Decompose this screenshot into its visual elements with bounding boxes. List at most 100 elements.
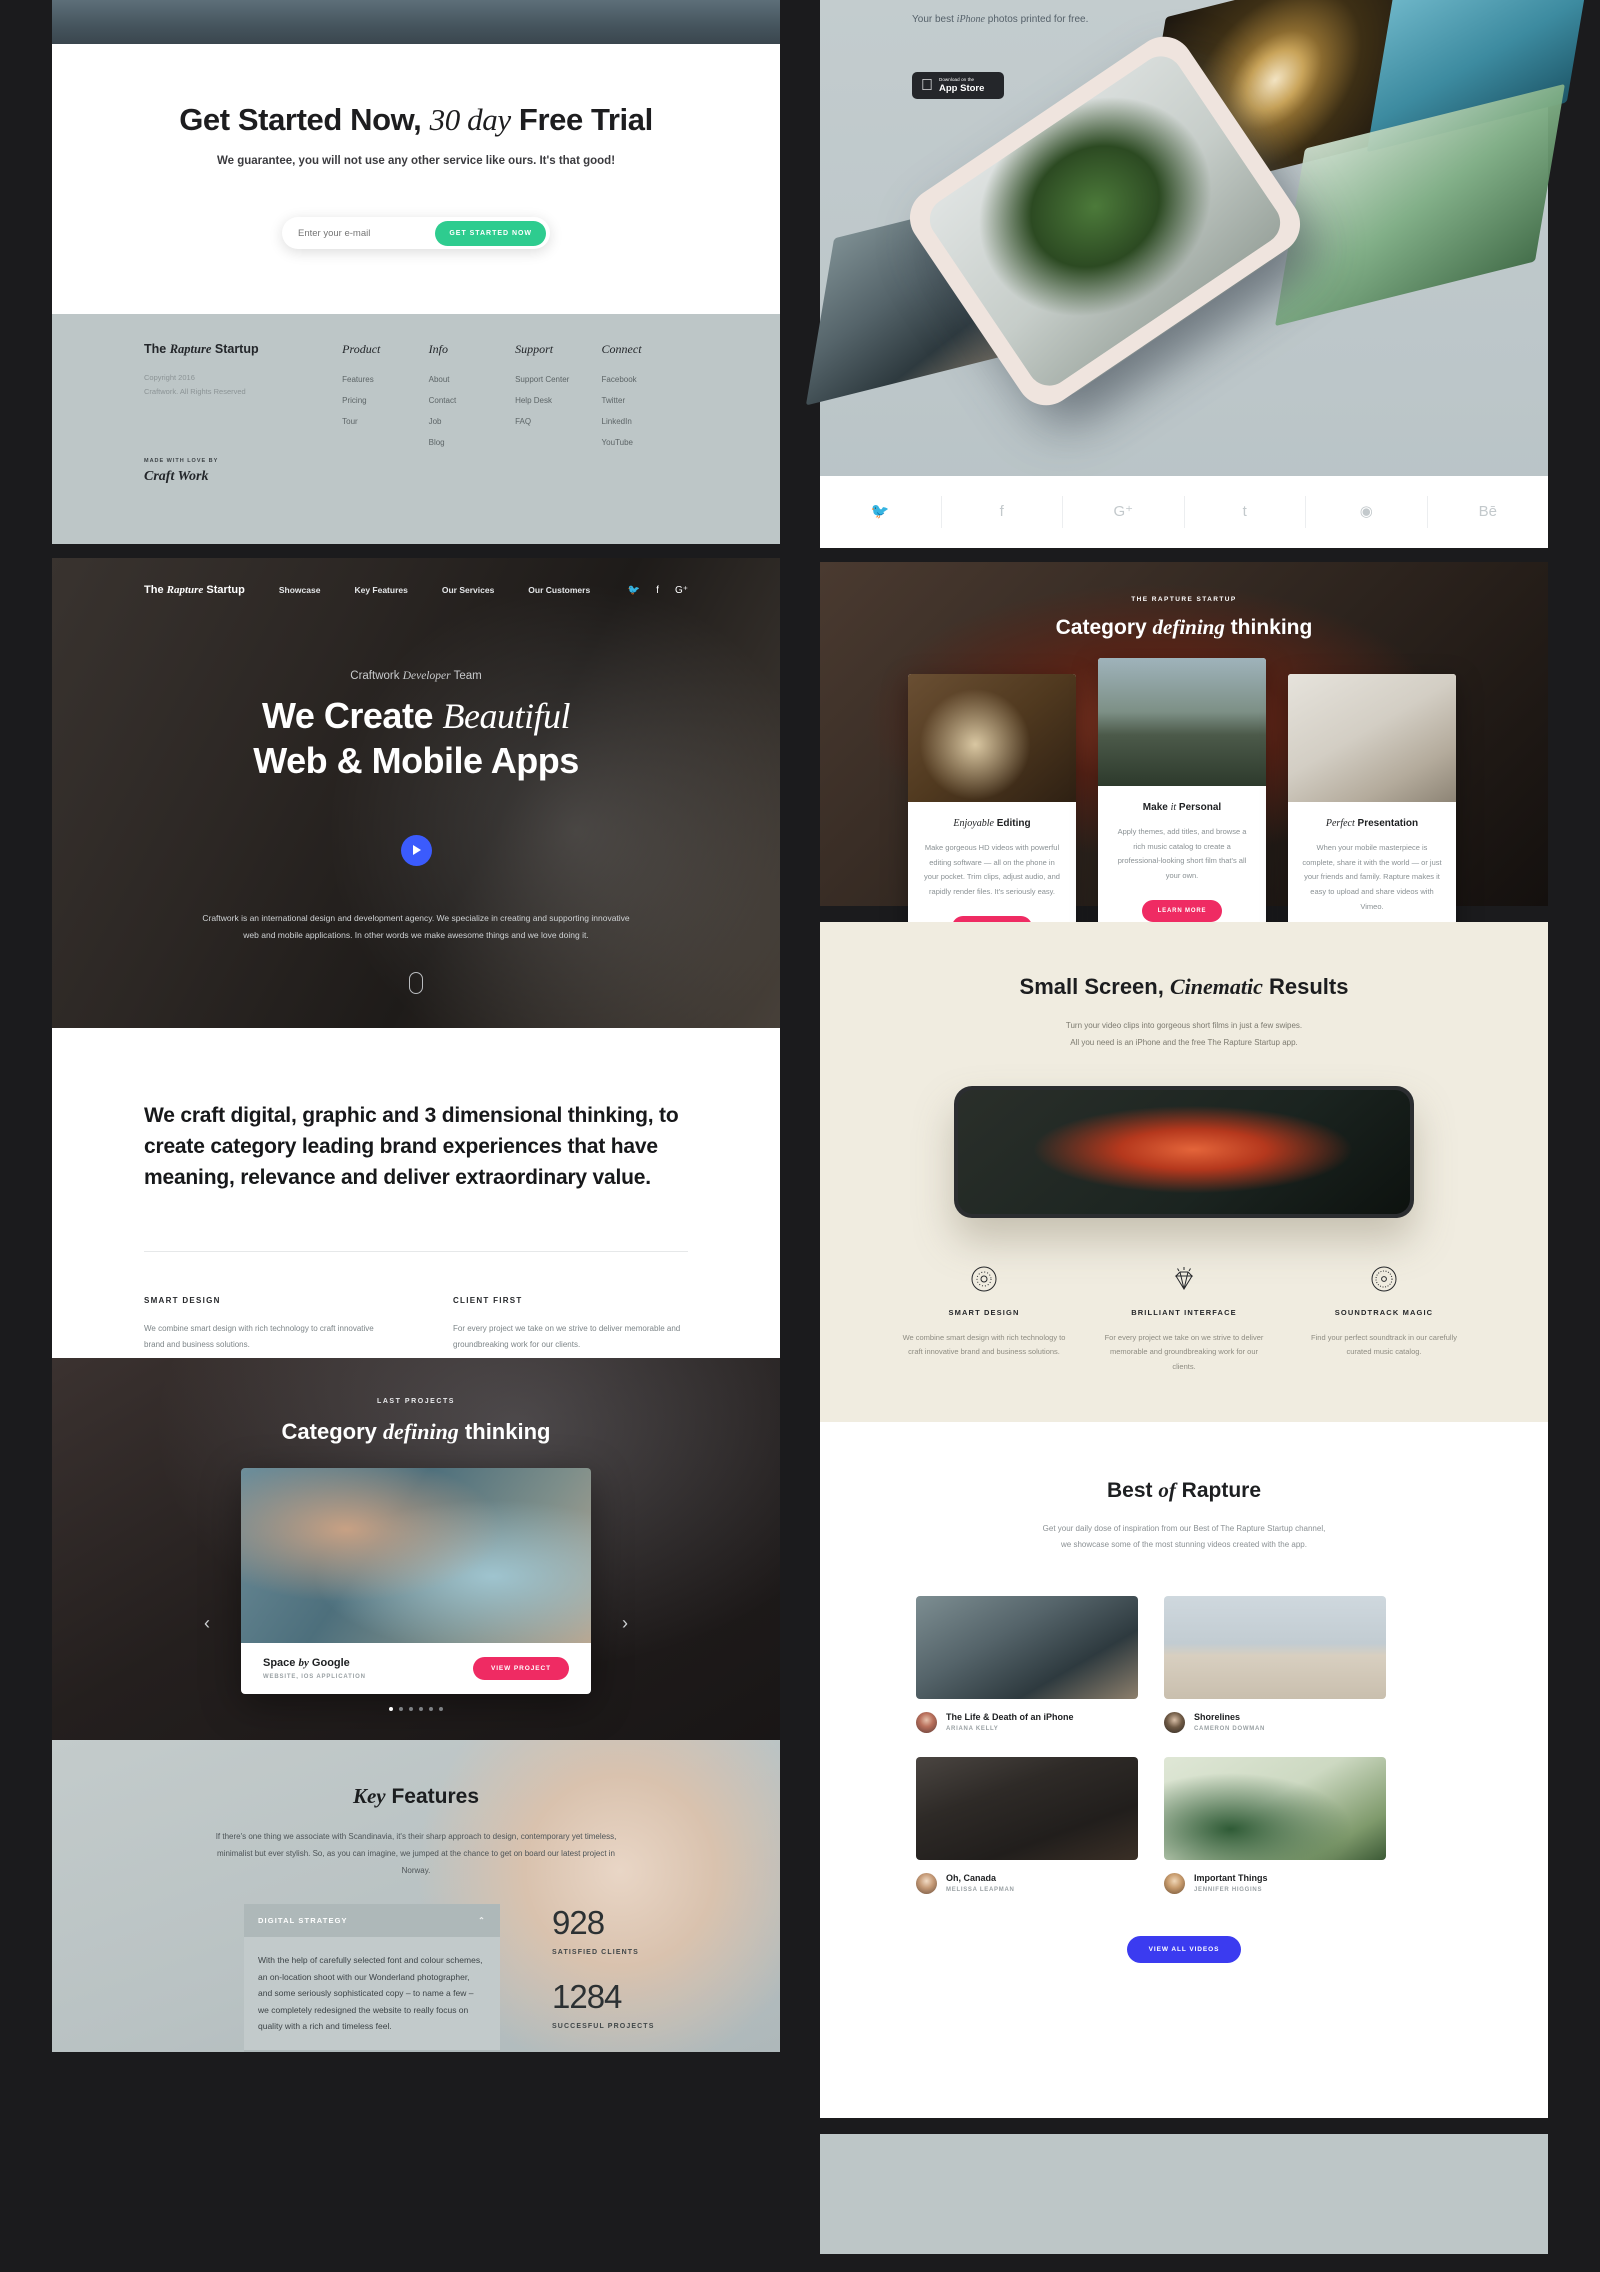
learn-more-button[interactable]: LEARN MORE [1141, 899, 1223, 922]
category-eyebrow: THE RAPTURE STARTUP [1131, 596, 1237, 603]
cta-subtext: We guarantee, you will not use any other… [216, 155, 616, 167]
cinematic-feature-body: Find your perfect soundtrack in our care… [1311, 1332, 1457, 1357]
dotted-circle-icon [898, 1264, 1070, 1294]
accordion-header-digital-strategy[interactable]: DIGITAL STRATEGY ⌃ [244, 1904, 500, 1937]
cta-heading: Get Started Now, 30 day Free Trial [179, 102, 653, 137]
get-started-button[interactable]: GET STARTED NOW [435, 220, 546, 246]
view-all-videos-button[interactable]: VIEW ALL VIDEOS [1126, 1935, 1242, 1963]
app-tagline: Your best iPhone photos printed for free… [912, 14, 1089, 25]
stat-number-projects: 1284 [552, 1978, 622, 2015]
social-icon-bar: 🐦 f G⁺ t ◉ Bē [820, 476, 1548, 548]
apple-icon:  [921, 77, 933, 94]
feature-title: CLIENT FIRST [453, 1296, 523, 1306]
app-store-button[interactable]:  Download on the App Store [912, 72, 1004, 99]
google-plus-icon[interactable]: G⁺ [1063, 496, 1185, 528]
carousel-dot[interactable] [399, 1707, 403, 1711]
footer-link[interactable]: Job [429, 417, 515, 426]
footer-link[interactable]: About [429, 375, 515, 384]
phone-screen-photo [958, 1089, 1410, 1214]
top-image-strip [52, 0, 780, 44]
carousel-dot[interactable] [419, 1707, 423, 1711]
view-all-videos-wrap: VIEW ALL VIDEOS [820, 1935, 1548, 1963]
carousel-slide: Space by Google WEBSITE, IOS APPLICATION… [241, 1468, 591, 1694]
card-title: Make it Personal [1142, 802, 1222, 813]
site-footer: The Rapture Startup Copyright 2016 Craft… [52, 314, 780, 544]
google-plus-icon[interactable]: G⁺ [675, 585, 688, 596]
video-thumbnail [1164, 1756, 1386, 1860]
twitter-icon[interactable]: 🐦 [820, 496, 942, 528]
video-title: The Life & Death of an iPhone [946, 1712, 1074, 1723]
stat-caption-projects: SUCCESFUL PROJECTS [552, 2023, 655, 2030]
carousel-dot[interactable] [389, 1707, 393, 1711]
facebook-icon[interactable]: f [942, 496, 1063, 528]
nav-link-key-features[interactable]: Key Features [354, 585, 407, 595]
nav-social-icons: 🐦 f G⁺ [628, 585, 688, 596]
video-card[interactable]: The Life & Death of an iPhone ARIANA KEL… [916, 1595, 1138, 1733]
view-project-button[interactable]: VIEW PROJECT [472, 1657, 569, 1680]
footer-column-support: Support Support Center Help Desk FAQ [515, 342, 601, 544]
nav-link-our-customers[interactable]: Our Customers [528, 585, 590, 595]
cinematic-lead-line-2: All you need is an iPhone and the free T… [1070, 1037, 1298, 1047]
carousel-dot[interactable] [439, 1707, 443, 1711]
video-author: JENNIFER HIGGINS [1194, 1887, 1263, 1894]
key-features-title: Key Features [352, 1784, 480, 1808]
footer-link[interactable]: FAQ [515, 417, 601, 426]
video-card[interactable]: Shorelines CAMERON DOWMAN [1164, 1595, 1386, 1733]
email-input[interactable] [298, 227, 436, 239]
nav-brand[interactable]: The Rapture Startup [144, 584, 245, 596]
accordion-header-creative-concepting[interactable]: CREATIVE CONCEPTING ⌄ [244, 2049, 500, 2052]
footer-link[interactable]: Blog [429, 438, 515, 447]
footer-link[interactable]: Facebook [602, 375, 688, 384]
dribbble-icon[interactable]: ◉ [1306, 496, 1428, 528]
nav-link-showcase[interactable]: Showcase [279, 585, 321, 595]
cinematic-feature: SMART DESIGN We combine smart design wit… [884, 1264, 1084, 1375]
footer-link[interactable]: Help Desk [515, 396, 601, 405]
nav-link-our-services[interactable]: Our Services [442, 585, 494, 595]
video-card[interactable]: Important Things JENNIFER HIGGINS [1164, 1756, 1386, 1894]
card-title: Perfect Presentation [1325, 818, 1419, 829]
card-image [1288, 674, 1456, 802]
main-navigation: The Rapture Startup Showcase Key Feature… [52, 584, 780, 596]
footer-column-title: Info [428, 342, 448, 356]
feature-body: For every project we take on we strive t… [453, 1324, 681, 1350]
twitter-icon[interactable]: 🐦 [628, 585, 640, 596]
best-of-rapture-panel: Best of Rapture Get your daily dose of i… [820, 1422, 1548, 2118]
carousel-dots [52, 1698, 780, 1716]
key-features-lead: If there's one thing we associate with S… [215, 1832, 617, 1875]
card-image [1098, 658, 1266, 786]
craft-feature-smart-design: SMART DESIGN We combine smart design wit… [144, 1296, 379, 1353]
video-thumbnail [1164, 1595, 1386, 1699]
video-card[interactable]: Oh, Canada MELISSA LEAPMAN [916, 1756, 1138, 1894]
footer-column-title: Support [515, 342, 554, 356]
cta-section: Get Started Now, 30 day Free Trial We gu… [52, 44, 780, 314]
projects-carousel-panel: LAST PROJECTS Category defining thinking… [52, 1358, 780, 1740]
footer-link[interactable]: Support Center [515, 375, 601, 384]
footer-link[interactable]: Twitter [602, 396, 688, 405]
facebook-icon[interactable]: f [656, 585, 659, 596]
vinyl-record-icon [1298, 1264, 1470, 1294]
card-title: Enjoyable Editing [953, 818, 1031, 829]
tumblr-icon[interactable]: t [1185, 496, 1306, 528]
footer-link[interactable]: Pricing [342, 396, 428, 405]
feature-title: SMART DESIGN [144, 1296, 221, 1306]
footer-link[interactable]: Features [342, 375, 428, 384]
footer-link[interactable]: Tour [342, 417, 428, 426]
footer-link[interactable]: YouTube [602, 438, 688, 447]
footer-link[interactable]: Contact [429, 396, 515, 405]
carousel-dot[interactable] [409, 1707, 413, 1711]
play-button[interactable] [400, 834, 432, 866]
carousel-dot[interactable] [429, 1707, 433, 1711]
footer-link[interactable]: LinkedIn [602, 417, 688, 426]
app-store-big-label: App Store [927, 83, 984, 94]
project-thumbnail [241, 1468, 591, 1643]
bestof-lead-line-2: we showcase some of the most stunning vi… [1061, 1540, 1307, 1550]
hero-eyebrow: Craftwork Developer Team [350, 670, 482, 682]
cinematic-feature: SOUNDTRACK MAGIC Find your perfect sound… [1284, 1264, 1484, 1375]
craftwork-logo: Craft Work [144, 468, 209, 484]
carousel-next-arrow[interactable]: › [622, 1613, 628, 1634]
video-title: Oh, Canada [946, 1873, 997, 1884]
cinematic-lead-line-1: Turn your video clips into gorgeous shor… [1065, 1021, 1303, 1030]
carousel-prev-arrow[interactable]: ‹ [204, 1613, 210, 1634]
video-author: CAMERON DOWMAN [1194, 1726, 1266, 1733]
behance-icon[interactable]: Bē [1428, 496, 1549, 528]
